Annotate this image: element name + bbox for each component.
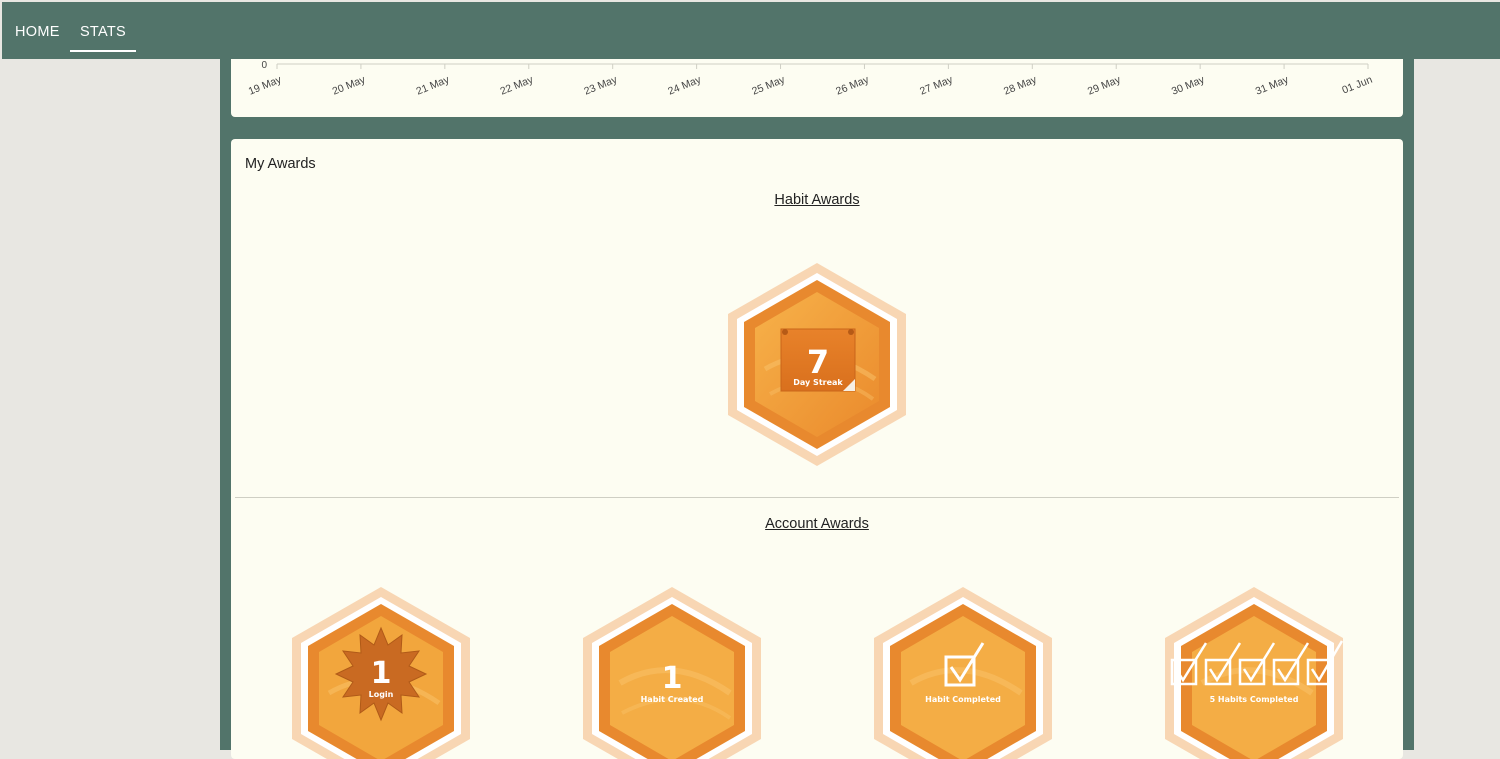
chart-x-tick-label: 29 May (1086, 73, 1123, 97)
chart-x-tick-label: 22 May (498, 73, 535, 97)
badge-login-graphic: 1 Login (292, 587, 470, 759)
badge-day-streak-number: 7 (807, 343, 829, 381)
nav-home-link[interactable]: HOME (15, 2, 60, 50)
habit-line-chart: 0 19 May 20 May 21 May 22 May 23 May 24 May 25 … (247, 60, 1375, 98)
badge-login-caption: Login (369, 690, 394, 699)
badge-habit-created-caption: Habit Created (641, 695, 704, 704)
chart-x-tick-label: 26 May (834, 73, 871, 97)
habit-chart-card: 0 19 May 20 May 21 May 22 May 23 May 24 May 25 … (231, 59, 1403, 117)
chart-y-tick-label: 0 (261, 60, 267, 71)
awards-card-title: My Awards (245, 156, 316, 172)
chart-x-tick-label: 20 May (331, 73, 368, 97)
badge-login[interactable]: 1 Login (289, 583, 473, 759)
badge-day-streak-graphic: 7 Day Streak (728, 263, 906, 466)
badge-five-habits-completed[interactable]: 5 Habits Completed (1162, 583, 1346, 759)
chart-x-tick-label: 19 May (247, 73, 284, 97)
chart-x-tick-label: 30 May (1170, 73, 1207, 97)
chart-x-tick-label: 27 May (918, 73, 955, 97)
badge-five-habits-caption: 5 Habits Completed (1210, 695, 1299, 704)
nav-stats-link[interactable]: STATS (70, 2, 136, 52)
badge-login-number: 1 (371, 656, 392, 691)
section-divider (235, 497, 1399, 498)
badge-day-streak-caption: Day Streak (793, 378, 843, 387)
chart-x-tick-label: 31 May (1254, 73, 1291, 97)
chart-x-tick-label: 23 May (582, 73, 619, 97)
my-awards-card: My Awards Habit Awards 7 Day Streak Acco… (231, 139, 1403, 759)
badge-day-streak[interactable]: 7 Day Streak (725, 259, 909, 469)
badge-habit-completed-graphic: Habit Completed (874, 587, 1052, 759)
badge-habit-completed[interactable]: Habit Completed (871, 583, 1055, 759)
account-awards-heading: Account Awards (765, 516, 869, 532)
chart-x-tick-label: 25 May (750, 73, 787, 97)
badge-habit-created-graphic: 1 Habit Created (583, 587, 761, 759)
stats-content-column: 0 19 May 20 May 21 May 22 May 23 May 24 May 25 … (220, 59, 1414, 759)
habit-awards-heading: Habit Awards (774, 192, 860, 208)
chart-x-tick-label: 28 May (1002, 73, 1039, 97)
chart-x-tick-label: 24 May (666, 73, 703, 97)
badge-habit-created-number: 1 (662, 661, 683, 696)
top-navbar: HOME STATS (2, 2, 1500, 59)
badge-habit-completed-caption: Habit Completed (925, 695, 1001, 704)
chart-x-tick-label: 21 May (415, 73, 452, 97)
chart-x-tick-label: 01 Jun (1340, 74, 1374, 97)
badge-habit-created[interactable]: 1 Habit Created (580, 583, 764, 759)
badge-five-habits-graphic: 5 Habits Completed (1165, 587, 1344, 759)
